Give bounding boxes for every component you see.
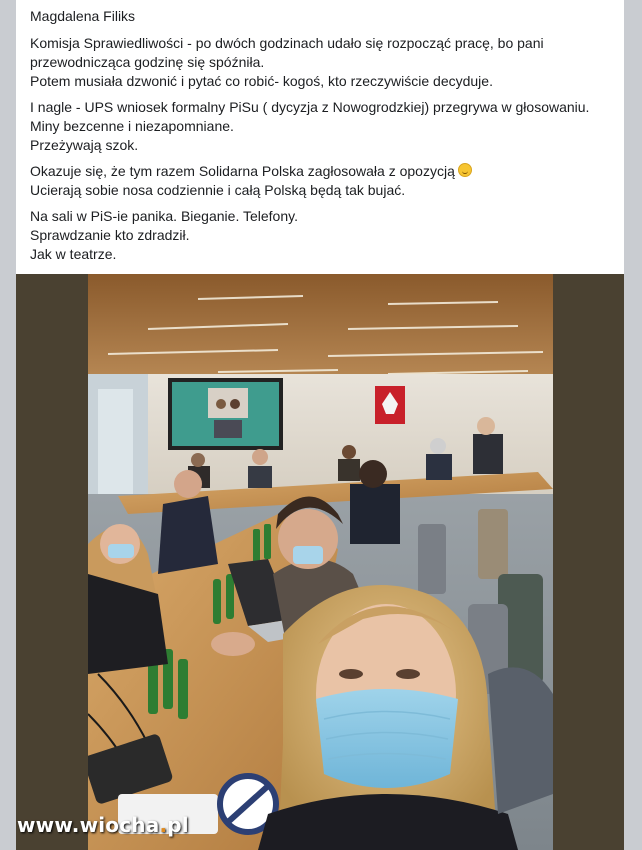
post-paragraph: I nagle - UPS wniosek formalny PiSu ( dy… xyxy=(30,98,615,155)
post-card: Magdalena Filiks Komisja Sprawiedliwości… xyxy=(16,0,624,274)
post-line: przewodnicząca godzinę się spóźniła. xyxy=(30,54,265,70)
post-paragraph: Okazuje się, że tym razem Solidarna Pols… xyxy=(30,162,615,200)
post-paragraph: Komisja Sprawiedliwości - po dwóch godzi… xyxy=(30,34,615,91)
post-line: I nagle - UPS wniosek formalny PiSu ( dy… xyxy=(30,99,590,115)
watermark-tld: pl xyxy=(167,813,189,837)
watermark-brand: wiocha xyxy=(79,813,160,837)
post-line: Jak w teatrze. xyxy=(30,246,117,262)
post-paragraph: Na sali w PiS-ie panika. Bieganie. Telef… xyxy=(30,207,615,264)
post-photo-frame xyxy=(16,274,624,850)
post-line: Przeżywają szok. xyxy=(30,137,139,153)
smiley-emoji-icon xyxy=(457,163,472,177)
watermark-logo: www.wiocha.pl xyxy=(17,813,189,837)
watermark-prefix: www. xyxy=(17,813,80,837)
post-line: Komisja Sprawiedliwości - po dwóch godzi… xyxy=(30,35,544,51)
post-line-with-emoji: Okazuje się, że tym razem Solidarna Pols… xyxy=(30,162,615,181)
post-text: Komisja Sprawiedliwości - po dwóch godzi… xyxy=(30,34,615,271)
committee-room-photo xyxy=(88,274,553,850)
post-photo[interactable] xyxy=(88,274,553,850)
post-author[interactable]: Magdalena Filiks xyxy=(30,8,135,24)
post-line: Ucierają sobie nosa codziennie i całą Po… xyxy=(30,182,406,198)
post-line: Na sali w PiS-ie panika. Bieganie. Telef… xyxy=(30,208,298,224)
post-line-text: Okazuje się, że tym razem Solidarna Pols… xyxy=(30,163,455,179)
post-line: Sprawdzanie kto zdradził. xyxy=(30,227,190,243)
post-line: Potem musiała dzwonić i pytać co robić- … xyxy=(30,73,493,89)
post-line: Miny bezcenne i niezapomniane. xyxy=(30,118,234,134)
